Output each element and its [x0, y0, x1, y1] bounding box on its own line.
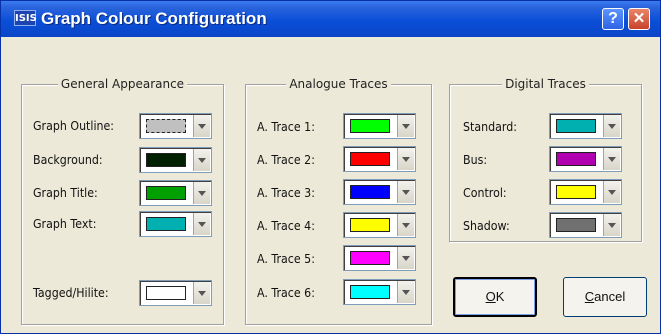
cancel-button[interactable]: Cancel [563, 277, 647, 317]
color-swatch [556, 185, 596, 199]
a-trace-2-colour-select[interactable] [343, 146, 416, 172]
isis-app-icon: ISIS [14, 10, 37, 26]
chevron-down-icon[interactable] [603, 181, 620, 203]
chevron-down-icon[interactable] [603, 214, 620, 236]
chevron-down-icon[interactable] [397, 181, 414, 203]
color-swatch [146, 286, 186, 300]
general-appearance-title: General Appearance [57, 77, 188, 91]
analogue-traces-title: Analogue Traces [286, 77, 391, 91]
graph-title-label: Graph Title: [33, 186, 98, 200]
window-title: Graph Colour Configuration [41, 9, 267, 28]
chevron-down-icon[interactable] [193, 149, 210, 171]
color-swatch [350, 251, 390, 265]
a-trace-5-colour-select[interactable] [343, 245, 416, 271]
chevron-down-icon[interactable] [193, 213, 210, 235]
a-trace-1-colour-select[interactable] [343, 113, 416, 139]
graph-outline-label: Graph Outline: [33, 119, 115, 133]
background-label: Background: [33, 153, 103, 167]
cancel-label-rest: ancel [594, 289, 626, 304]
tagged-hilite-label: Tagged/Hilite: [33, 286, 109, 300]
color-swatch [556, 119, 596, 133]
color-swatch [146, 153, 186, 167]
a-trace-4-label: A. Trace 4: [257, 219, 315, 233]
a-trace-1-label: A. Trace 1: [257, 120, 315, 134]
a-trace-6-colour-select[interactable] [343, 279, 416, 305]
chevron-down-icon[interactable] [397, 247, 414, 269]
ok-button[interactable]: OK [453, 277, 537, 317]
graph-title-colour-select[interactable] [139, 180, 212, 206]
chevron-down-icon[interactable] [603, 148, 620, 170]
shadow-label: Shadow: [463, 219, 510, 233]
a-trace-2-label: A. Trace 2: [257, 153, 315, 167]
background-colour-select[interactable] [139, 147, 212, 173]
color-swatch [146, 119, 186, 133]
a-trace-5-label: A. Trace 5: [257, 252, 315, 266]
a-trace-3-label: A. Trace 3: [257, 186, 315, 200]
standard-label: Standard: [463, 120, 517, 134]
color-swatch [350, 119, 390, 133]
chevron-down-icon[interactable] [397, 148, 414, 170]
ok-mnemonic: O [485, 289, 496, 304]
control-label: Control: [463, 186, 507, 200]
color-swatch [350, 152, 390, 166]
a-trace-3-colour-select[interactable] [343, 179, 416, 205]
graph-outline-colour-select[interactable] [139, 113, 212, 139]
digital-traces-title: Digital Traces [502, 77, 589, 91]
standard-colour-select[interactable] [549, 113, 622, 139]
chevron-down-icon[interactable] [193, 182, 210, 204]
shadow-colour-select[interactable] [549, 212, 622, 238]
control-colour-select[interactable] [549, 179, 622, 205]
cancel-mnemonic: C [584, 289, 595, 304]
color-swatch [350, 218, 390, 232]
a-trace-4-colour-select[interactable] [343, 212, 416, 238]
chevron-down-icon[interactable] [397, 214, 414, 236]
color-swatch [350, 285, 390, 299]
color-swatch [146, 186, 186, 200]
graph-text-label: Graph Text: [33, 217, 97, 231]
chevron-down-icon[interactable] [193, 115, 210, 137]
help-button[interactable]: ? [602, 8, 624, 30]
color-swatch [556, 218, 596, 232]
ok-label-rest: K [495, 289, 505, 304]
color-swatch [350, 185, 390, 199]
color-swatch [556, 152, 596, 166]
close-button[interactable]: ✕ [628, 8, 650, 30]
title-bar[interactable]: ISIS Graph Colour Configuration ? ✕ [1, 1, 660, 37]
graph-colour-dialog: ISIS Graph Colour Configuration ? ✕ Gene… [0, 0, 661, 334]
chevron-down-icon[interactable] [193, 282, 210, 304]
graph-text-colour-select[interactable] [139, 211, 212, 237]
chevron-down-icon[interactable] [603, 115, 620, 137]
chevron-down-icon[interactable] [397, 281, 414, 303]
bus-colour-select[interactable] [549, 146, 622, 172]
tagged-hilite-colour-select[interactable] [139, 280, 212, 306]
color-swatch [146, 217, 186, 231]
a-trace-6-label: A. Trace 6: [257, 286, 315, 300]
bus-label: Bus: [463, 153, 488, 167]
chevron-down-icon[interactable] [397, 115, 414, 137]
